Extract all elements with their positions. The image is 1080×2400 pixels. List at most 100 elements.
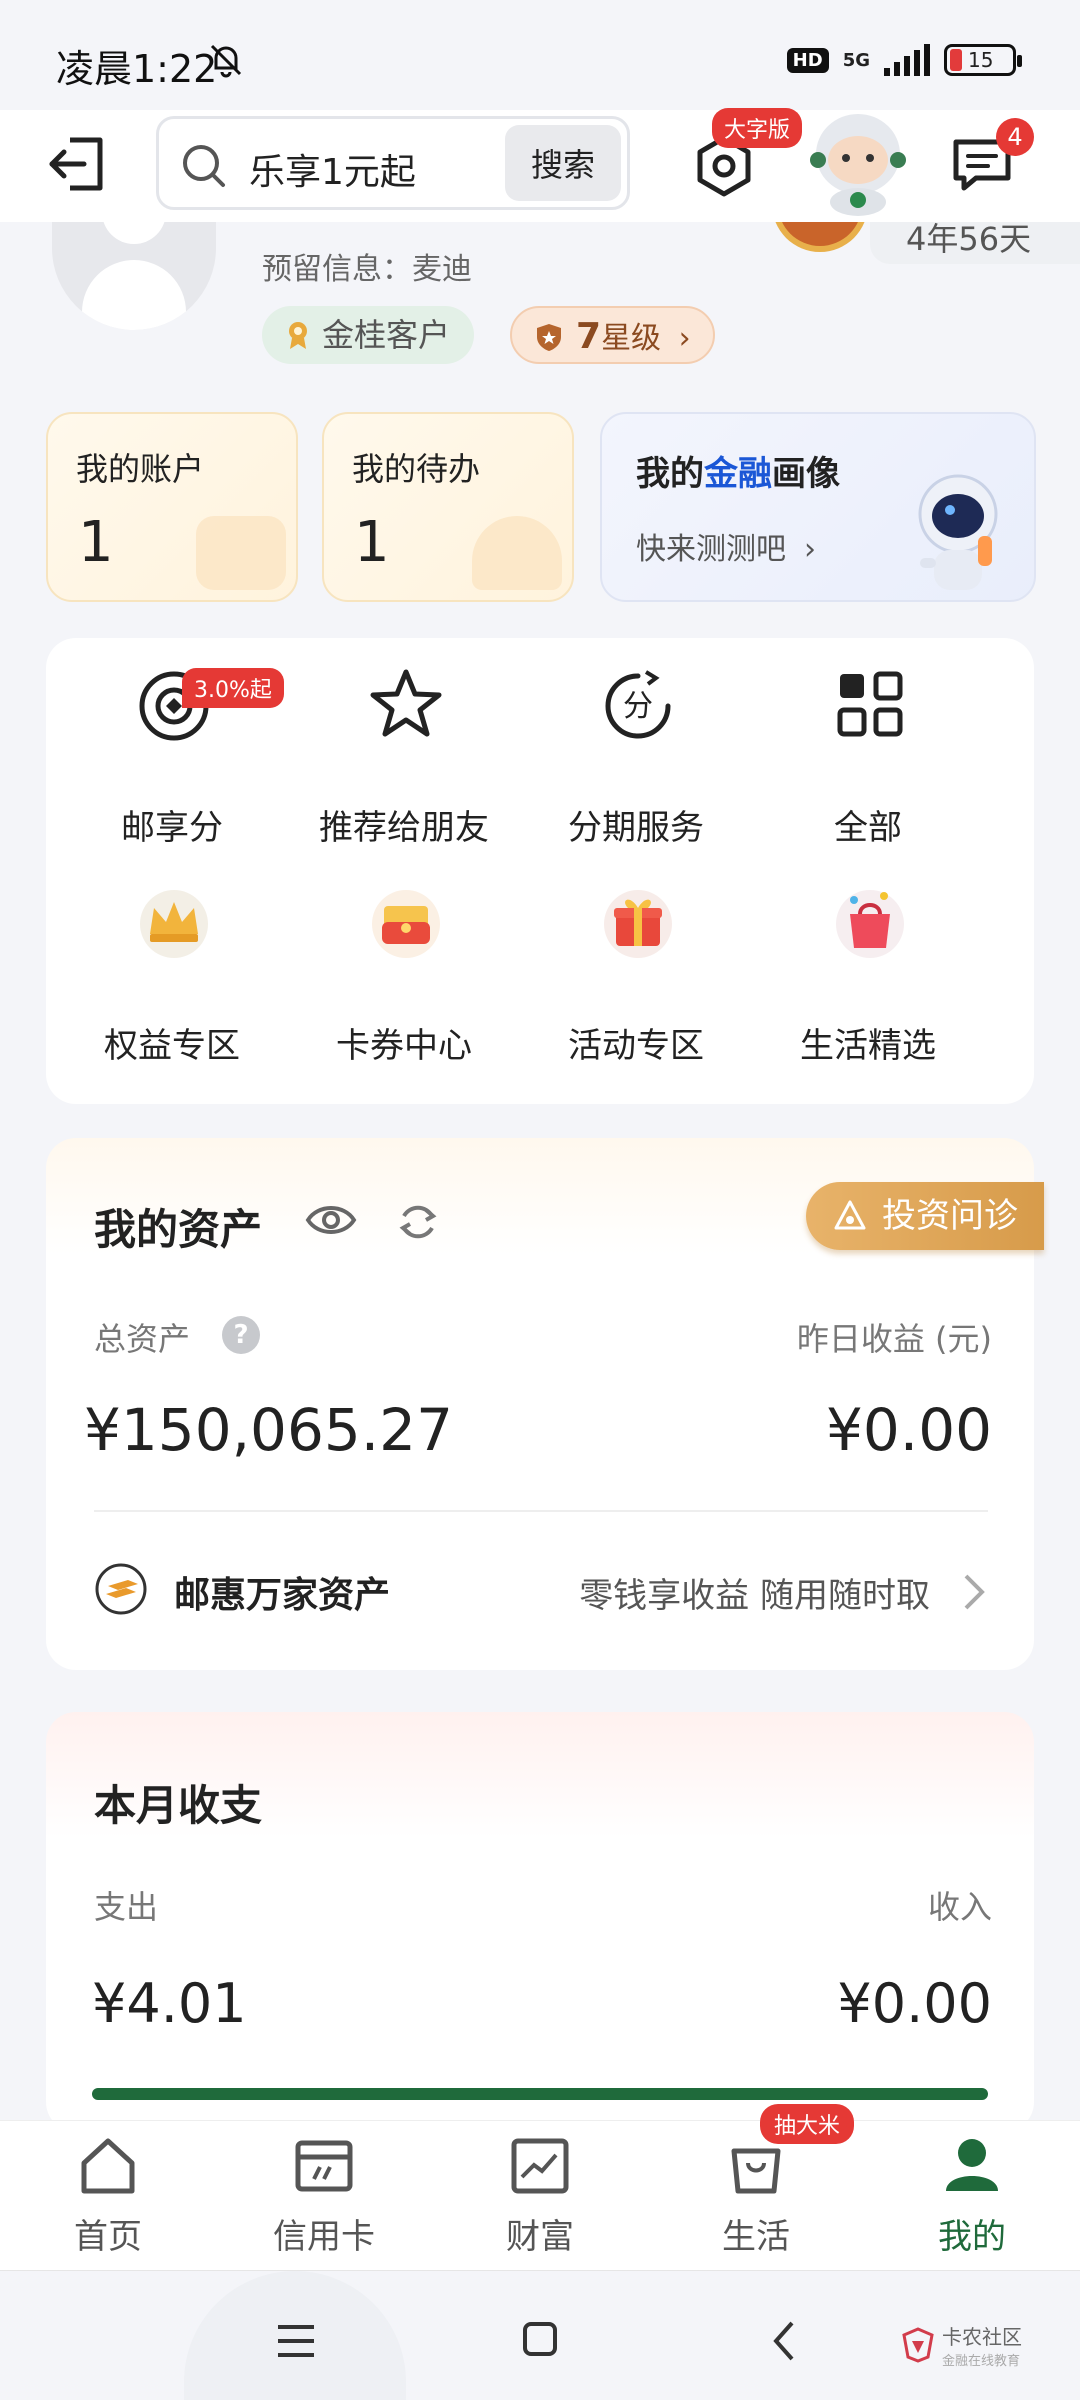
battery-level: 15 bbox=[968, 48, 994, 72]
financial-portrait-card[interactable]: 我的金融画像 快来测测吧 › bbox=[600, 412, 1036, 602]
coupon-icon bbox=[372, 890, 440, 958]
my-account-label: 我的账户 bbox=[76, 450, 205, 488]
menu-item-life-picks[interactable]: 生活精选 bbox=[752, 856, 984, 1066]
spend-value: ¥4.01 bbox=[92, 1972, 247, 2035]
menu-label: 全部 bbox=[834, 808, 902, 848]
star-level-label: 星级 bbox=[601, 321, 662, 356]
chevron-right-icon: › bbox=[678, 321, 691, 356]
youhui-description[interactable]: 零钱享收益 随用随时取 bbox=[579, 1568, 930, 1617]
nav-credit-card[interactable]: 信用卡 bbox=[216, 2121, 432, 2271]
quick-menu: 邮享分 3.0%起 推荐给朋友 分 分期服务 全部 权益专区 卡券中心 活动专区… bbox=[46, 638, 1034, 1104]
user-icon bbox=[946, 2139, 998, 2191]
nav-home[interactable]: 首页 bbox=[0, 2121, 216, 2271]
menu-label: 分期服务 bbox=[568, 808, 704, 848]
monthly-title: 本月收支 bbox=[94, 1781, 263, 1830]
watermark-subtext: 金融在线教育 bbox=[942, 2354, 1021, 2369]
nav-wealth[interactable]: 财富 bbox=[432, 2121, 648, 2271]
financial-portrait-title: 我的金融画像 bbox=[636, 454, 840, 494]
youhui-logo-icon bbox=[95, 1563, 147, 1615]
eye-icon[interactable] bbox=[304, 1198, 358, 1242]
network-label: 5G bbox=[842, 49, 870, 71]
hd-icon: HD bbox=[786, 47, 829, 73]
menu-label: 活动专区 bbox=[568, 1026, 704, 1066]
my-account-count: 1 bbox=[78, 510, 114, 575]
total-assets-value: ¥150,065.27 bbox=[84, 1396, 453, 1464]
spend-income-bar bbox=[92, 2088, 988, 2100]
help-icon[interactable]: ? bbox=[222, 1316, 260, 1354]
nav-label: 生活 bbox=[722, 2217, 790, 2257]
income-label: 收入 bbox=[927, 1888, 992, 1926]
investment-diagnosis-button[interactable]: 投资问诊 bbox=[806, 1182, 1044, 1250]
menu-item-benefits[interactable]: 权益专区 bbox=[56, 856, 288, 1066]
menu-item-activities[interactable]: 活动专区 bbox=[520, 856, 752, 1066]
customer-level-tag[interactable]: 金桂客户 bbox=[262, 306, 475, 364]
home-icon bbox=[81, 2138, 135, 2194]
chevron-right-icon[interactable] bbox=[960, 1572, 988, 1612]
my-todo-label: 我的待办 bbox=[352, 450, 481, 488]
search-bar[interactable]: 乐享1元起 搜索 bbox=[156, 116, 630, 210]
bottom-navigation: 首页 信用卡 财富 生活 我的 bbox=[0, 2120, 1080, 2270]
divider bbox=[94, 1510, 988, 1512]
my-assets-card: 我的资产 投资问诊 总资产 ? 昨日收益 (元) ¥150,065.27 ¥0.… bbox=[46, 1138, 1044, 1670]
monthly-summary-card[interactable]: 本月收支 支出 收入 ¥4.01 ¥0.00 bbox=[46, 1712, 1034, 2132]
astronaut-icon bbox=[918, 474, 998, 590]
menu-label: 卡券中心 bbox=[336, 1026, 472, 1066]
nav-label: 财富 bbox=[506, 2217, 574, 2257]
mascot-icon[interactable] bbox=[806, 106, 910, 218]
investment-diagnosis-label: 投资问诊 bbox=[882, 1196, 1018, 1236]
chevron-right-icon: › bbox=[804, 532, 816, 567]
watermark-text: 卡农社区 bbox=[942, 2325, 1022, 2349]
my-todo-count: 1 bbox=[354, 510, 390, 575]
rate-badge: 3.0%起 bbox=[182, 668, 284, 708]
signal-icon bbox=[884, 44, 930, 76]
total-assets-label: 总资产 bbox=[94, 1320, 191, 1358]
chart-icon bbox=[511, 2138, 569, 2194]
menu-label: 权益专区 bbox=[104, 1026, 240, 1066]
nav-label: 信用卡 bbox=[273, 2217, 375, 2257]
yesterday-earnings-value: ¥0.00 bbox=[825, 1396, 992, 1464]
search-icon bbox=[183, 145, 225, 187]
assets-title: 我的资产 bbox=[94, 1205, 263, 1254]
shield-star-icon bbox=[537, 324, 561, 351]
my-account-card[interactable]: 我的账户 1 bbox=[46, 412, 298, 602]
menu-item-all[interactable]: 全部 bbox=[752, 638, 984, 848]
star-level-tag[interactable]: 7星级 › bbox=[510, 306, 715, 364]
financial-portrait-subtitle: 快来测测吧 › bbox=[636, 532, 816, 567]
watermark-logo-icon bbox=[902, 2327, 934, 2363]
back-icon[interactable] bbox=[770, 2319, 798, 2363]
message-count-badge: 4 bbox=[996, 118, 1034, 156]
search-button[interactable]: 搜索 bbox=[505, 125, 621, 201]
status-time: 凌晨1:22 bbox=[56, 47, 218, 91]
nav-label: 首页 bbox=[74, 2217, 142, 2257]
top-header: 乐享1元起 搜索 大字版 4 bbox=[0, 108, 1080, 222]
nav-mine[interactable]: 我的 bbox=[864, 2121, 1080, 2271]
logout-icon[interactable] bbox=[44, 130, 112, 198]
star-icon bbox=[370, 669, 442, 737]
menu-item-recommend[interactable]: 推荐给朋友 bbox=[288, 638, 520, 848]
menu-label: 生活精选 bbox=[800, 1026, 936, 1066]
status-icons: HD 5G 15 bbox=[786, 40, 1022, 80]
bell-muted-icon bbox=[210, 44, 242, 78]
gift-icon bbox=[604, 890, 672, 958]
menu-label: 邮享分 bbox=[121, 808, 223, 848]
my-todo-card[interactable]: 我的待办 1 bbox=[322, 412, 574, 602]
battery-icon: 15 bbox=[944, 44, 1022, 76]
menu-item-coupons[interactable]: 卡券中心 bbox=[288, 856, 520, 1066]
menu-item-installment[interactable]: 分 分期服务 bbox=[520, 638, 752, 848]
spend-label: 支出 bbox=[94, 1888, 159, 1926]
yesterday-earnings-label: 昨日收益 (元) bbox=[796, 1320, 992, 1358]
home-square-icon[interactable] bbox=[522, 2321, 558, 2357]
status-bar: 凌晨1:22 HD 5G 15 bbox=[0, 0, 1080, 120]
grid-icon bbox=[837, 671, 903, 737]
large-font-badge[interactable]: 大字版 bbox=[712, 108, 803, 148]
income-value: ¥0.00 bbox=[837, 1972, 992, 2035]
award-icon bbox=[289, 322, 307, 349]
refresh-icon[interactable] bbox=[396, 1200, 440, 1244]
youhui-assets-label[interactable]: 邮惠万家资产 bbox=[174, 1566, 390, 1618]
bell-deco-icon bbox=[472, 516, 562, 590]
nav-label: 我的 bbox=[938, 2217, 1006, 2257]
menu-icon[interactable] bbox=[276, 2323, 316, 2359]
search-input[interactable]: 乐享1元起 bbox=[249, 143, 416, 195]
shopping-bag-icon bbox=[836, 890, 904, 958]
stethoscope-icon bbox=[834, 1200, 866, 1230]
